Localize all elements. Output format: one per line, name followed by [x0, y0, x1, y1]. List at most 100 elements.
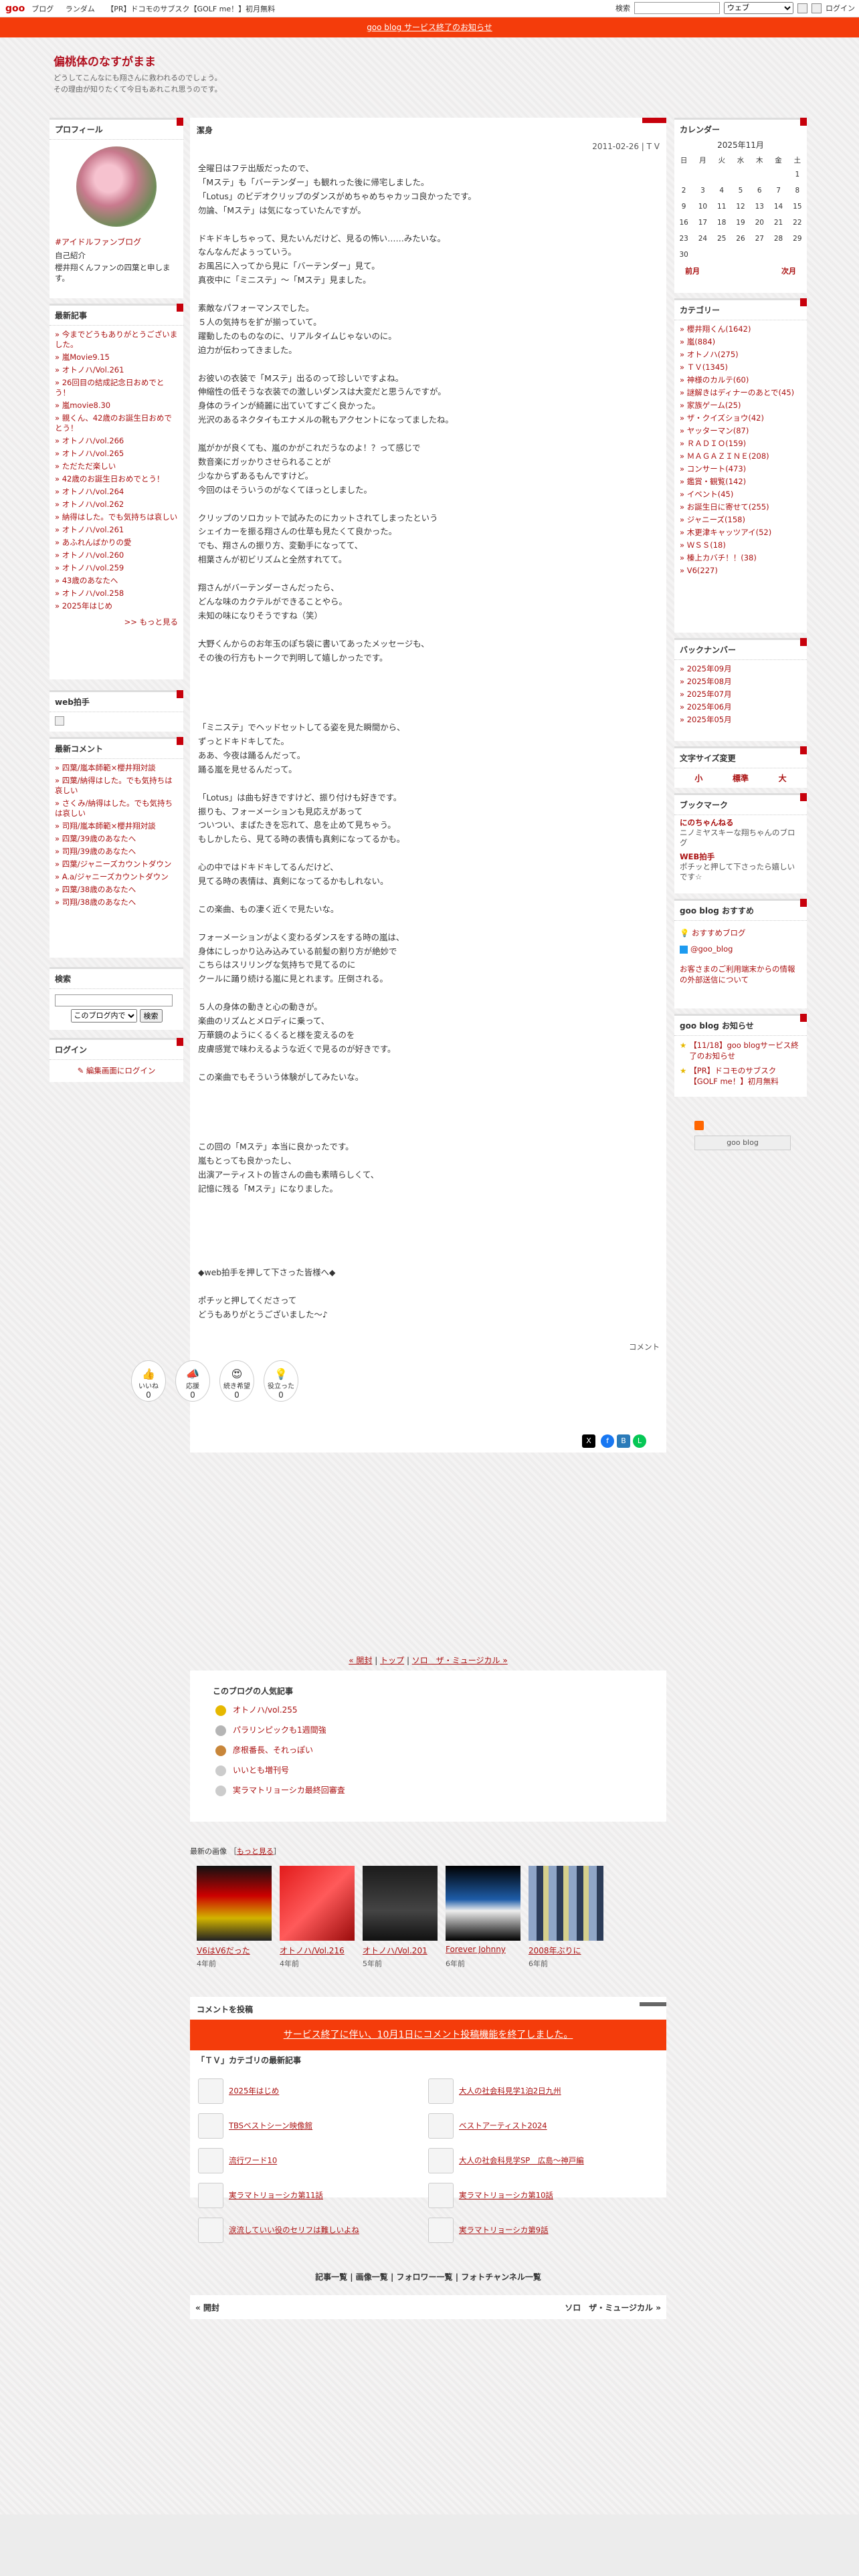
- recent-image-thumb[interactable]: [446, 1866, 520, 1941]
- recent-post-link[interactable]: オトノハ/vol.259: [55, 562, 178, 574]
- popular-item[interactable]: 実ラマトリョーシカ最終回審査: [215, 1784, 345, 1796]
- rss-icon[interactable]: [694, 1121, 704, 1130]
- news-link[interactable]: 【11/18】goo blogサービス終了のお知らせ: [689, 1040, 801, 1061]
- recent-image-thumb[interactable]: [363, 1866, 438, 1941]
- category-latest-link[interactable]: 実ラマトリョーシカ第10話: [459, 2191, 553, 2200]
- login-link[interactable]: ログイン: [826, 3, 855, 13]
- recent-post-link[interactable]: 嵐movie8.30: [55, 399, 178, 412]
- category-latest-item[interactable]: 流行ワード10: [198, 2148, 277, 2173]
- backnumber-link[interactable]: 2025年07月: [680, 688, 801, 701]
- category-latest-item[interactable]: 大人の社会科見学1泊2日九州: [428, 2078, 561, 2104]
- recent-comment-link[interactable]: 司翔/嵐本師範×櫻井翔対談: [55, 820, 178, 833]
- nav-blog[interactable]: ブログ: [31, 5, 54, 13]
- goo-logo[interactable]: goo: [5, 3, 25, 14]
- recent-images-more[interactable]: もっと見る: [237, 1847, 274, 1856]
- popular-item[interactable]: いいとも増刊号: [215, 1764, 289, 1776]
- recent-post-link[interactable]: 今までどうもありがとうございました。: [55, 328, 178, 351]
- bookmark-name[interactable]: WEB拍手: [680, 852, 801, 862]
- recent-post-link[interactable]: オトノハ/vol.264: [55, 486, 178, 498]
- category-latest-item[interactable]: 実ラマトリョーシカ第9話: [428, 2218, 549, 2243]
- recent-comment-link[interactable]: 四葉/ジャニーズカウントダウン: [55, 858, 178, 871]
- category-latest-link[interactable]: ベストアーティスト2024: [459, 2121, 547, 2131]
- popular-item[interactable]: 彦根番長、それっぽい: [215, 1744, 313, 1756]
- recent-post-link[interactable]: 26回目の結成記念日おめでとう！: [55, 377, 178, 399]
- category-latest-item[interactable]: 2025年はじめ: [198, 2078, 279, 2104]
- reaction-button[interactable]: 💡 役立った 0: [264, 1360, 298, 1402]
- category-link[interactable]: ＭＡＧＡＺＩＮＥ(208): [680, 450, 801, 463]
- search-icon[interactable]: [797, 3, 807, 13]
- profile-avatar[interactable]: [76, 146, 157, 227]
- post-date[interactable]: 2011-02-26 | T V: [592, 142, 660, 151]
- category-latest-link[interactable]: 2025年はじめ: [229, 2086, 279, 2096]
- news-link[interactable]: 【PR】ドコモのサブスク【GOLF me！】初月無料: [689, 1065, 801, 1087]
- recent-post-link[interactable]: オトノハ/vol.261: [55, 524, 178, 536]
- calendar-next[interactable]: 次月: [781, 265, 796, 276]
- category-latest-item[interactable]: 涙流していい役のセリフは難しいよね: [198, 2218, 359, 2243]
- line-share-icon[interactable]: L: [633, 1434, 646, 1448]
- category-link[interactable]: ヤッターマン(87): [680, 425, 801, 437]
- popular-item[interactable]: パラリンピックも1週間強: [215, 1724, 326, 1736]
- recent-post-link[interactable]: 親くん、42歳のお誕生日おめでとう！: [55, 412, 178, 435]
- backnumber-link[interactable]: 2025年08月: [680, 675, 801, 688]
- recent-image-caption[interactable]: 2008年ぶりに: [529, 1945, 581, 1956]
- blog-title[interactable]: 偏桃体のなすがまま: [54, 52, 156, 69]
- footer-nav[interactable]: 記事一覧 | 画像一覧 | フォロワー一覧 | フォトチャンネル一覧: [190, 2271, 666, 2282]
- popular-link[interactable]: パラリンピックも1週間強: [233, 1725, 326, 1735]
- recent-post-link[interactable]: 納得はした。でも気持ちは哀しい: [55, 511, 178, 524]
- recent-post-link[interactable]: 2025年はじめ: [55, 600, 178, 613]
- popular-item[interactable]: オトノハ/vol.255: [215, 1704, 298, 1716]
- category-latest-link[interactable]: 大人の社会科見学1泊2日九州: [459, 2086, 561, 2096]
- recent-post-link[interactable]: あふれんばかりの愛: [55, 536, 178, 549]
- x-share-icon[interactable]: X: [582, 1434, 595, 1448]
- calendar-prev[interactable]: 前月: [685, 265, 700, 276]
- next-post-link[interactable]: ソロ ザ・ミュージカル »: [412, 1656, 508, 1665]
- recent-image-thumb[interactable]: [529, 1866, 603, 1941]
- bookmark-name[interactable]: にのちゃんねる: [680, 818, 801, 828]
- font-large-button[interactable]: 大: [779, 772, 787, 784]
- backnumber-link[interactable]: 2025年09月: [680, 663, 801, 675]
- recent-comment-link[interactable]: 司翔/39歳のあなたへ: [55, 845, 178, 858]
- category-link[interactable]: イベント(45): [680, 488, 801, 501]
- popular-link[interactable]: 実ラマトリョーシカ最終回審査: [233, 1786, 345, 1795]
- top-search-input[interactable]: [634, 2, 720, 14]
- reaction-button[interactable]: 👍 いいね 0: [131, 1360, 166, 1402]
- recent-post-link[interactable]: オトノハ/vol.260: [55, 549, 178, 562]
- recent-comment-link[interactable]: 四葉/納得はした。でも気持ちは哀しい: [55, 774, 178, 797]
- popular-link[interactable]: オトノハ/vol.255: [233, 1705, 298, 1715]
- category-link[interactable]: V6(227): [680, 564, 801, 577]
- recent-post-link[interactable]: 42歳のお誕生日おめでとう！: [55, 473, 178, 486]
- category-latest-link[interactable]: 実ラマトリョーシカ第9話: [459, 2226, 549, 2235]
- search-scope[interactable]: このブログ内で: [70, 1009, 137, 1023]
- category-latest-link[interactable]: 涙流していい役のセリフは難しいよね: [229, 2226, 359, 2235]
- backnumber-link[interactable]: 2025年05月: [680, 714, 801, 726]
- font-small-button[interactable]: 小: [694, 772, 702, 784]
- category-latest-item[interactable]: TBSベストシーン映像館: [198, 2113, 312, 2139]
- recent-comment-link[interactable]: A.a/ジャニーズカウントダウン: [55, 871, 178, 883]
- nav-random[interactable]: ランダム: [66, 5, 95, 13]
- category-link[interactable]: 謎解きはディナーのあとで(45): [680, 387, 801, 399]
- category-latest-link[interactable]: TBSベストシーン映像館: [229, 2121, 312, 2131]
- service-notice-link[interactable]: goo blog サービス終了のお知らせ: [367, 23, 492, 32]
- goo-blog-badge[interactable]: goo blog: [694, 1136, 791, 1150]
- recent-image-caption[interactable]: Forever Johnny: [446, 1945, 506, 1954]
- backnumber-link[interactable]: 2025年06月: [680, 701, 801, 714]
- category-link[interactable]: 鑑賞・観覧(142): [680, 475, 801, 488]
- webclap-image-icon[interactable]: [55, 716, 64, 726]
- recent-image-caption[interactable]: オトノハ/Vol.201: [363, 1945, 427, 1956]
- category-link[interactable]: ジャニーズ(158): [680, 514, 801, 526]
- data-transfer-notice-link[interactable]: お客さまのご利用端末からの情報の外部送信について: [680, 964, 801, 985]
- recommend-link[interactable]: @goo_blog: [690, 944, 733, 954]
- category-latest-link[interactable]: 実ラマトリョーシカ第11話: [229, 2191, 323, 2200]
- profile-link[interactable]: #アイドルファンブログ: [50, 233, 183, 250]
- category-latest-item[interactable]: 大人の社会科見学SP 広島～神戸編: [428, 2148, 584, 2173]
- category-link[interactable]: 木更津キャッツアイ(52): [680, 526, 801, 539]
- category-link[interactable]: 嵐(884): [680, 336, 801, 348]
- recent-post-link[interactable]: オトノハ/Vol.261: [55, 364, 178, 377]
- recent-comment-link[interactable]: 四葉/39歳のあなたへ: [55, 833, 178, 845]
- nav-pr[interactable]: 【PR】ドコモのサブスク【GOLF me！】初月無料: [106, 5, 275, 13]
- edit-login-link[interactable]: 編集画面にログイン: [86, 1066, 156, 1075]
- recent-comment-link[interactable]: 四葉/嵐本師範×櫻井翔対談: [55, 762, 178, 774]
- comment-label[interactable]: コメント: [629, 1341, 660, 1352]
- category-link[interactable]: お誕生日に寄せて(255): [680, 501, 801, 514]
- category-latest-link[interactable]: 流行ワード10: [229, 2156, 277, 2165]
